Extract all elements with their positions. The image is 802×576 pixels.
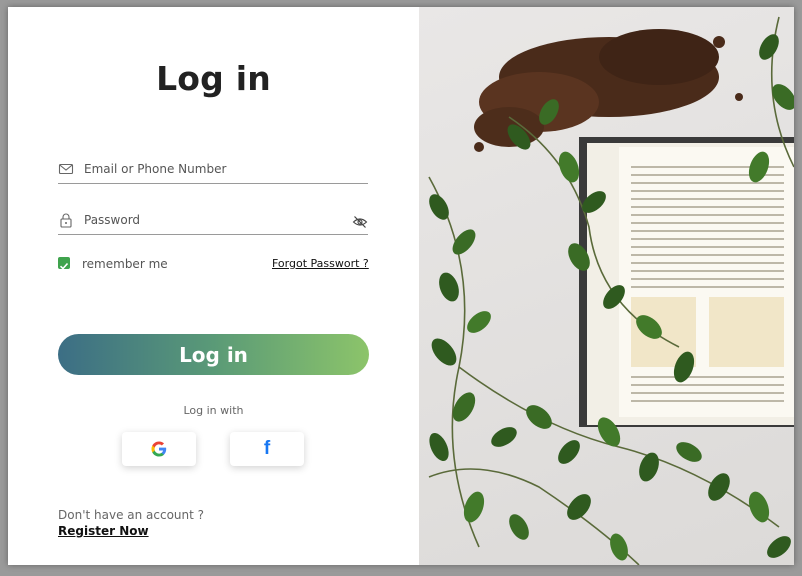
remember-me-checkbox[interactable] bbox=[58, 257, 70, 270]
google-icon bbox=[151, 441, 167, 457]
email-field bbox=[58, 157, 368, 184]
open-book bbox=[579, 137, 794, 427]
register-link[interactable]: Register Now bbox=[58, 524, 149, 538]
hero-image bbox=[419, 7, 794, 565]
login-button[interactable]: Log in bbox=[58, 334, 369, 375]
book-and-leaves-illustration bbox=[428, 16, 794, 565]
password-input[interactable] bbox=[84, 210, 334, 230]
password-field bbox=[58, 208, 368, 235]
google-login-button[interactable] bbox=[122, 432, 196, 466]
eye-off-icon[interactable] bbox=[352, 214, 368, 230]
no-account-text: Don't have an account ? bbox=[58, 508, 205, 522]
remember-me-label: remember me bbox=[82, 257, 168, 271]
lock-icon bbox=[60, 213, 72, 228]
login-window: Log in Email or Phone Number remember me… bbox=[8, 7, 794, 565]
facebook-icon: f bbox=[263, 438, 271, 459]
login-panel: Log in Email or Phone Number remember me… bbox=[8, 7, 419, 565]
page-title: Log in bbox=[156, 59, 271, 98]
check-icon bbox=[59, 262, 69, 270]
facebook-login-button[interactable]: f bbox=[230, 432, 304, 466]
login-with-label: Log in with bbox=[183, 404, 244, 417]
email-input[interactable] bbox=[84, 159, 334, 179]
forgot-password-link[interactable]: Forgot Passwort ? bbox=[272, 257, 369, 270]
envelope-icon bbox=[58, 163, 74, 175]
